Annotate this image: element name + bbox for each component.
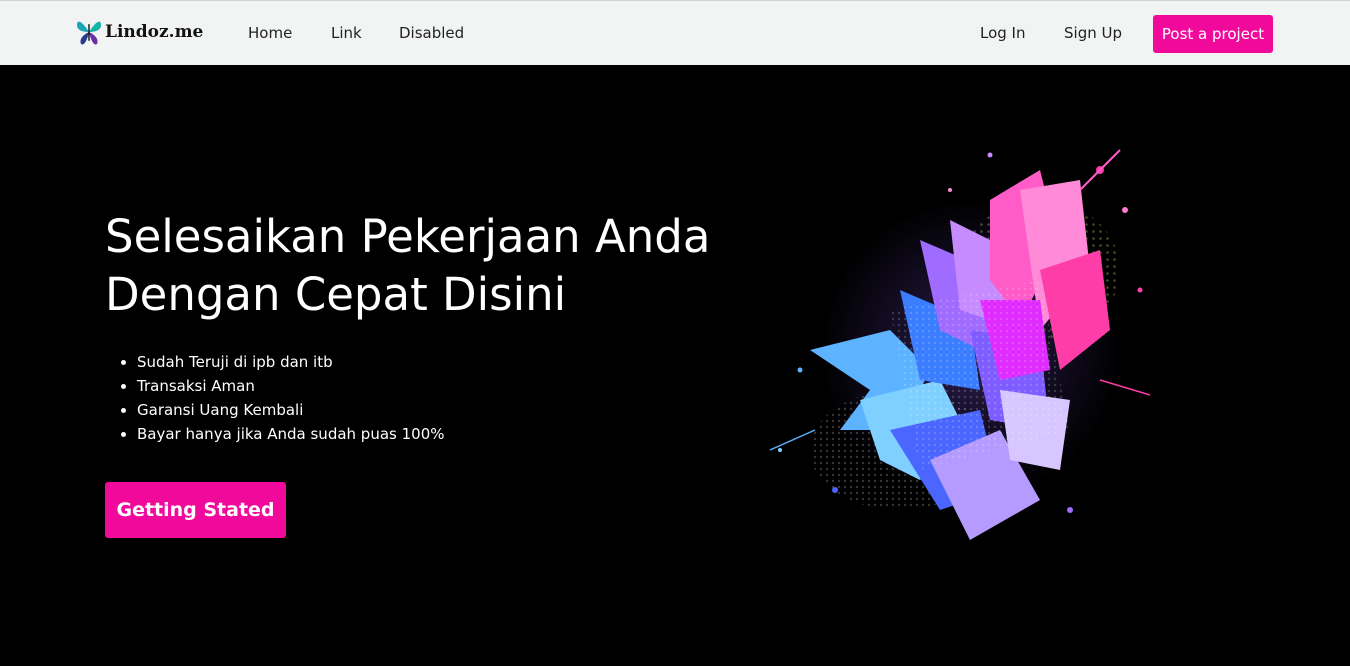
feature-item: Garansi Uang Kembali	[137, 398, 445, 422]
feature-item: Transaksi Aman	[137, 374, 445, 398]
feature-item: Bayar hanya jika Anda sudah puas 100%	[137, 422, 445, 446]
login-link[interactable]: Log In	[980, 23, 1026, 43]
getting-started-button[interactable]: Getting Stated	[105, 482, 286, 538]
hero-title-line-1: Selesaikan Pekerjaan Anda	[105, 210, 711, 263]
brand-name: Lindoz.me	[105, 22, 204, 42]
post-project-button[interactable]: Post a project	[1153, 15, 1273, 53]
hero-title: Selesaikan Pekerjaan Anda Dengan Cepat D…	[105, 208, 745, 324]
brand-link[interactable]: Lindoz.me	[76, 15, 203, 49]
feature-list: Sudah Teruji di ipb dan itb Transaksi Am…	[105, 350, 445, 446]
hero-title-line-2: Dengan Cepat Disini	[105, 268, 567, 321]
nav-link-disabled[interactable]: Disabled	[399, 23, 464, 43]
butterfly-icon	[77, 21, 101, 45]
signup-link[interactable]: Sign Up	[1064, 23, 1122, 43]
top-navbar: Lindoz.me Home Link Disabled Log In Sign…	[0, 0, 1350, 65]
nav-link-link[interactable]: Link	[331, 23, 362, 43]
nav-link-home[interactable]: Home	[248, 23, 292, 43]
feature-item: Sudah Teruji di ipb dan itb	[137, 350, 445, 374]
paint-splash-illustration	[769, 149, 1151, 540]
